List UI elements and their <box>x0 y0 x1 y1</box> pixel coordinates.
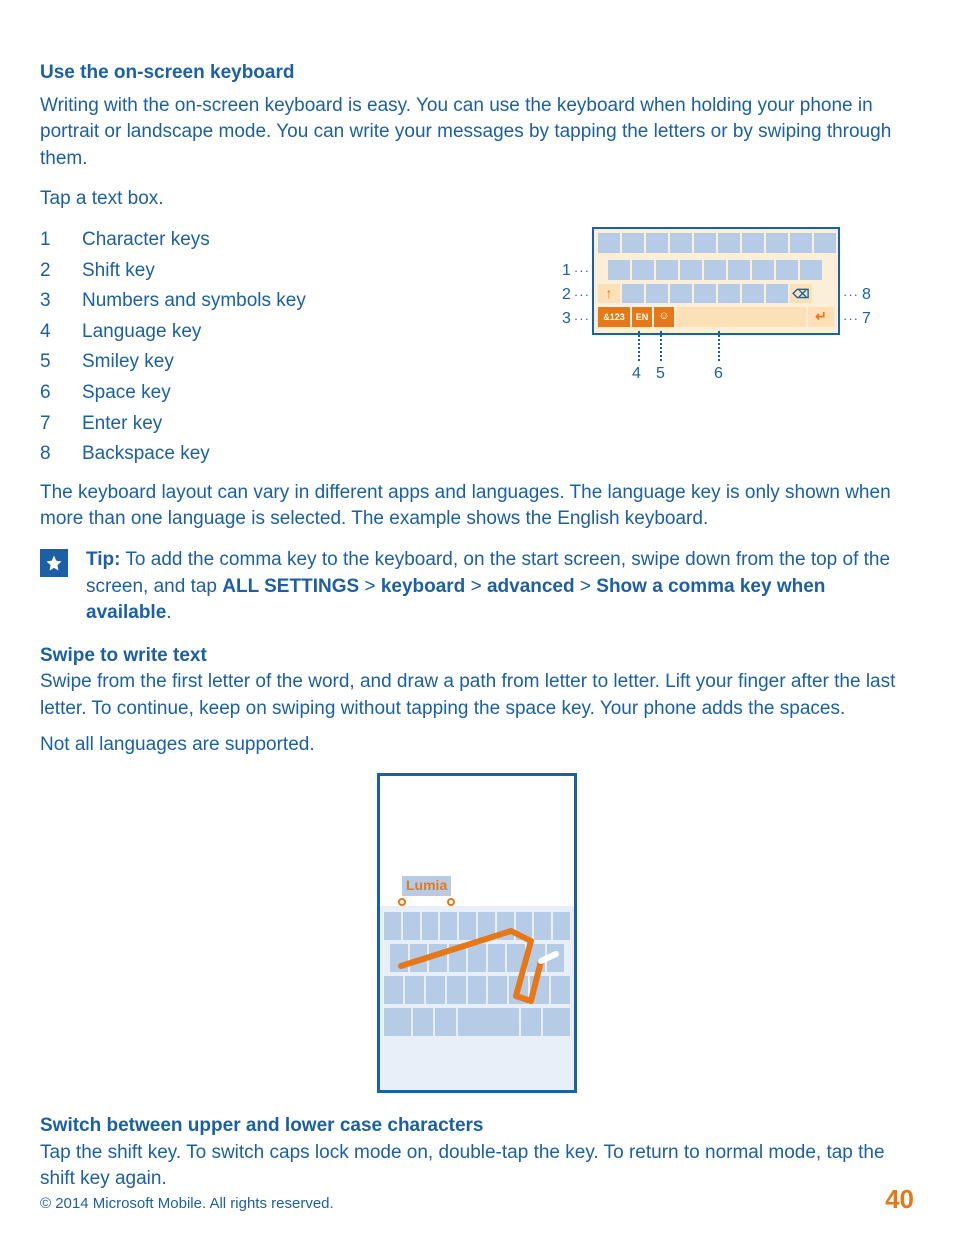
tip-path-all-settings: ALL SETTINGS <box>222 576 359 597</box>
tip-path-advanced: advanced <box>487 576 575 597</box>
tip-block: Tip: To add the comma key to the keyboar… <box>40 547 914 627</box>
layout-note: The keyboard layout can vary in differen… <box>40 480 914 533</box>
legend-item: 2Shift key <box>40 258 500 285</box>
callout-1: 1 <box>562 262 571 279</box>
switch-heading: Switch between upper and lower case char… <box>40 1113 914 1140</box>
star-icon <box>40 549 68 577</box>
callout-5: 5 <box>656 363 665 385</box>
phone-keyboard <box>380 906 574 1090</box>
legend-list: 1Character keys 2Shift key 3Numbers and … <box>40 227 500 472</box>
legend-number: 4 <box>40 319 82 346</box>
section-heading: Use the on-screen keyboard <box>40 60 914 87</box>
legend-item: 7Enter key <box>40 411 500 438</box>
legend-label: Character keys <box>82 227 500 254</box>
legend-item: 1Character keys <box>40 227 500 254</box>
legend-label: Language key <box>82 319 500 346</box>
selected-word: Lumia <box>406 877 447 893</box>
legend-label: Shift key <box>82 258 500 285</box>
keyboard-diagram: 1··· 2··· ↑ ⌫ <box>530 227 914 472</box>
legend-label: Smiley key <box>82 349 500 376</box>
legend-number: 1 <box>40 227 82 254</box>
legend-label: Backspace key <box>82 441 500 468</box>
language-key-icon: EN <box>632 307 652 327</box>
swipe-heading: Swipe to write text <box>40 643 914 670</box>
legend-item: 3Numbers and symbols key <box>40 288 500 315</box>
callout-2: 2 <box>562 286 571 303</box>
swipe-body: Swipe from the first letter of the word,… <box>40 669 914 722</box>
legend-number: 3 <box>40 288 82 315</box>
legend-label: Space key <box>82 380 500 407</box>
copyright-text: © 2014 Microsoft Mobile. All rights rese… <box>40 1193 334 1214</box>
selection-handle-icon <box>447 898 455 906</box>
legend-item: 6Space key <box>40 380 500 407</box>
numsym-key-icon: &123 <box>598 307 630 327</box>
backspace-key-icon: ⌫ <box>790 284 812 304</box>
legend-number: 6 <box>40 380 82 407</box>
smiley-key-icon: ☺ <box>654 307 674 327</box>
swipe-illustration: Lumia <box>377 773 577 1093</box>
legend-number: 8 <box>40 441 82 468</box>
legend-label: Numbers and symbols key <box>82 288 500 315</box>
callout-4: 4 <box>632 363 641 385</box>
tap-instruction: Tap a text box. <box>40 186 914 213</box>
tip-text: Tip: To add the comma key to the keyboar… <box>86 547 914 627</box>
tip-path-keyboard: keyboard <box>381 576 465 597</box>
page-content: Use the on-screen keyboard Writing with … <box>40 60 914 1193</box>
page-footer: © 2014 Microsoft Mobile. All rights rese… <box>40 1181 914 1217</box>
callout-8: 8 <box>862 286 871 303</box>
legend-item: 8Backspace key <box>40 441 500 468</box>
legend-item: 5Smiley key <box>40 349 500 376</box>
enter-key-icon: ↵ <box>808 307 834 327</box>
legend-item: 4Language key <box>40 319 500 346</box>
text-selection: Lumia <box>402 876 451 896</box>
selection-handle-icon <box>398 898 406 906</box>
legend-label: Enter key <box>82 411 500 438</box>
callout-3: 3 <box>562 310 571 327</box>
legend-number: 5 <box>40 349 82 376</box>
intro-paragraph: Writing with the on-screen keyboard is e… <box>40 93 914 173</box>
legend-number: 7 <box>40 411 82 438</box>
space-key-icon <box>676 307 806 327</box>
callout-6: 6 <box>714 363 723 385</box>
page-number: 40 <box>885 1181 914 1217</box>
callout-7: 7 <box>862 310 871 327</box>
tip-label: Tip: <box>86 549 120 570</box>
shift-key-icon: ↑ <box>598 284 620 304</box>
swipe-note: Not all languages are supported. <box>40 732 914 759</box>
legend-number: 2 <box>40 258 82 285</box>
legend-and-diagram: 1Character keys 2Shift key 3Numbers and … <box>40 227 914 472</box>
